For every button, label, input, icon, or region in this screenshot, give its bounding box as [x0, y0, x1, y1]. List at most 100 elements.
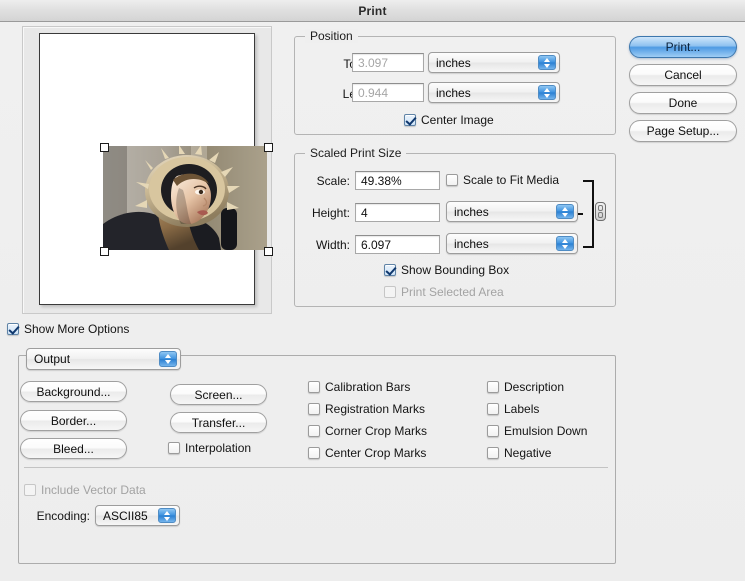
chevron-updown-icon[interactable]: [556, 236, 574, 251]
preview-image[interactable]: [103, 146, 267, 250]
left-input[interactable]: 0.944: [352, 83, 424, 102]
link-chain-icon[interactable]: [595, 202, 606, 221]
registration-marks-label: Registration Marks: [325, 402, 426, 416]
corner-crop-marks-label: Corner Crop Marks: [325, 424, 428, 438]
done-button-label: Done: [668, 96, 698, 110]
height-units-value: inches: [454, 204, 489, 219]
calibration-bars-label: Calibration Bars: [325, 380, 411, 394]
description-label: Description: [504, 380, 565, 394]
transfer-button-label: Transfer...: [191, 415, 246, 430]
width-units-value: inches: [454, 236, 489, 251]
constrain-bracket: [583, 180, 594, 248]
background-button[interactable]: Background...: [20, 381, 127, 402]
checkbox-icon: [308, 403, 320, 415]
width-input[interactable]: 6.097: [355, 235, 440, 254]
output-section-select[interactable]: Output: [26, 348, 181, 370]
position-group-legend: Position: [305, 29, 358, 43]
checkbox-icon: [487, 447, 499, 459]
photo-artwork: [103, 146, 267, 250]
show-more-options-checkbox[interactable]: Show More Options: [7, 322, 129, 336]
checkbox-icon: [7, 323, 19, 335]
output-section-value: Output: [34, 352, 71, 366]
show-bounding-box-label: Show Bounding Box: [401, 263, 510, 277]
top-input[interactable]: 3.097: [352, 53, 424, 72]
scale-to-fit-media-label: Scale to Fit Media: [463, 173, 560, 187]
show-bounding-box-checkbox[interactable]: Show Bounding Box: [384, 263, 509, 277]
print-dialog: Print Position 3.097 inches 0.944 inches…: [0, 0, 745, 581]
window-title-bar: Print: [0, 0, 745, 22]
width-units-select[interactable]: inches: [446, 233, 578, 254]
checkbox-icon: [487, 425, 499, 437]
center-image-label: Center Image: [421, 113, 494, 127]
height-label: Height:: [311, 206, 350, 220]
print-selected-area-checkbox: Print Selected Area: [384, 285, 504, 299]
checkbox-icon: [384, 264, 396, 276]
include-vector-data-label: Include Vector Data: [41, 483, 146, 497]
background-button-label: Background...: [36, 384, 111, 399]
registration-marks-checkbox[interactable]: Registration Marks: [308, 402, 425, 416]
calibration-bars-checkbox[interactable]: Calibration Bars: [308, 380, 410, 394]
encoding-select[interactable]: ASCII85: [95, 505, 180, 526]
encoding-value: ASCII85: [103, 508, 148, 523]
print-button[interactable]: Print...: [629, 36, 737, 58]
scale-to-fit-media-checkbox[interactable]: Scale to Fit Media: [446, 173, 559, 187]
checkbox-icon: [308, 447, 320, 459]
checkbox-icon: [308, 381, 320, 393]
print-preview-well[interactable]: [22, 26, 273, 314]
center-crop-marks-label: Center Crop Marks: [325, 446, 427, 460]
height-units-select[interactable]: inches: [446, 201, 578, 222]
center-image-checkbox[interactable]: Center Image: [404, 113, 494, 127]
include-vector-data-checkbox: Include Vector Data: [24, 483, 146, 497]
print-button-label: Print...: [665, 40, 701, 54]
checkbox-icon: [404, 114, 416, 126]
chevron-updown-icon[interactable]: [538, 55, 556, 70]
scale-label: Scale:: [316, 174, 350, 188]
cancel-button-label: Cancel: [664, 68, 702, 82]
cancel-button[interactable]: Cancel: [629, 64, 737, 86]
left-units-select[interactable]: inches: [428, 82, 560, 103]
chevron-updown-icon[interactable]: [538, 85, 556, 100]
bounding-box-handle-top-left[interactable]: [100, 143, 109, 152]
checkbox-icon: [308, 425, 320, 437]
width-label: Width:: [315, 238, 350, 252]
negative-checkbox[interactable]: Negative: [487, 446, 551, 460]
description-checkbox[interactable]: Description: [487, 380, 564, 394]
bleed-button[interactable]: Bleed...: [20, 438, 127, 459]
chevron-updown-icon[interactable]: [556, 204, 574, 219]
corner-crop-marks-checkbox[interactable]: Corner Crop Marks: [308, 424, 427, 438]
transfer-button[interactable]: Transfer...: [170, 412, 267, 433]
output-panel-divider: [24, 467, 608, 468]
done-button[interactable]: Done: [629, 92, 737, 114]
print-selected-area-label: Print Selected Area: [401, 285, 504, 299]
bleed-button-label: Bleed...: [53, 441, 94, 456]
negative-label: Negative: [504, 446, 552, 460]
page-title: Print: [358, 3, 387, 18]
checkbox-icon: [384, 286, 396, 298]
border-button[interactable]: Border...: [20, 410, 127, 431]
interpolation-label: Interpolation: [185, 441, 252, 455]
labels-label: Labels: [504, 402, 540, 416]
screen-button[interactable]: Screen...: [170, 384, 267, 405]
bounding-box-handle-bottom-right[interactable]: [264, 247, 273, 256]
top-units-value: inches: [436, 55, 471, 70]
bounding-box-handle-top-right[interactable]: [264, 143, 273, 152]
interpolation-checkbox[interactable]: Interpolation: [168, 441, 251, 455]
center-crop-marks-checkbox[interactable]: Center Crop Marks: [308, 446, 426, 460]
top-units-select[interactable]: inches: [428, 52, 560, 73]
scaled-print-size-legend: Scaled Print Size: [305, 146, 407, 160]
emulsion-down-checkbox[interactable]: Emulsion Down: [487, 424, 587, 438]
checkbox-icon: [487, 403, 499, 415]
scale-input[interactable]: 49.38%: [355, 171, 440, 190]
screen-button-label: Screen...: [194, 387, 243, 402]
bounding-box-handle-bottom-left[interactable]: [100, 247, 109, 256]
page-setup-button-label: Page Setup...: [646, 124, 720, 138]
emulsion-down-label: Emulsion Down: [504, 424, 588, 438]
left-units-value: inches: [436, 85, 471, 100]
border-button-label: Border...: [50, 413, 97, 428]
height-input[interactable]: 4: [355, 203, 440, 222]
chevron-updown-icon[interactable]: [159, 351, 177, 367]
chevron-updown-icon[interactable]: [158, 508, 176, 523]
labels-checkbox[interactable]: Labels: [487, 402, 539, 416]
show-more-options-label: Show More Options: [24, 322, 130, 336]
page-setup-button[interactable]: Page Setup...: [629, 120, 737, 142]
